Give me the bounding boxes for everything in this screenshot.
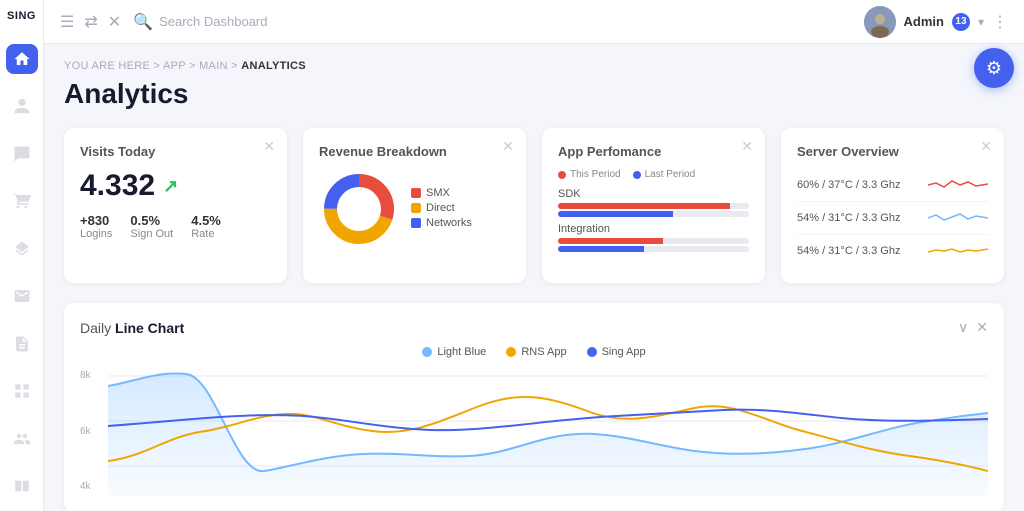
revenue-card-title: Revenue Breakdown bbox=[319, 144, 510, 159]
legend-sing-app: Sing App bbox=[587, 346, 646, 358]
avatar bbox=[864, 6, 896, 38]
visits-card-title: Visits Today bbox=[80, 144, 271, 159]
perf-bar-sdk: SDK bbox=[558, 188, 749, 217]
donut-legend: SMX Direct Networks bbox=[411, 187, 472, 232]
breadcrumb: YOU ARE HERE > App > Main > Analytics bbox=[64, 60, 1004, 72]
settings-fab[interactable]: ⚙ bbox=[974, 48, 1014, 88]
breadcrumb-prefix: YOU ARE HERE > App > Main > bbox=[64, 60, 241, 72]
sidebar-item-users[interactable] bbox=[6, 92, 38, 122]
content-area: YOU ARE HERE > App > Main > Analytics An… bbox=[44, 44, 1024, 511]
server-row-2: 54% / 31°C / 3.3 Ghz bbox=[797, 235, 988, 267]
server-row-1: 54% / 31°C / 3.3 Ghz bbox=[797, 202, 988, 235]
legend-light-blue: Light Blue bbox=[422, 346, 486, 358]
main-area: ☰ ⇄ ✕ 🔍 Search Dashboard Admin 13 ▾ ⋮ bbox=[44, 0, 1024, 511]
revenue-close-button[interactable]: ✕ bbox=[502, 138, 514, 155]
donut-chart bbox=[319, 169, 399, 249]
sidebar-item-people[interactable] bbox=[6, 424, 38, 454]
sidebar-item-columns[interactable] bbox=[6, 472, 38, 502]
chart-svg-wrapper bbox=[108, 366, 988, 496]
revenue-card: ✕ Revenue Breakdown SMX bbox=[303, 128, 526, 283]
legend-rns-app: RNS App bbox=[506, 346, 566, 358]
chart-title: Daily Line Chart bbox=[80, 320, 184, 336]
sidebar-item-messages[interactable] bbox=[6, 139, 38, 169]
sparkline-1 bbox=[928, 208, 988, 228]
topbar: ☰ ⇄ ✕ 🔍 Search Dashboard Admin 13 ▾ ⋮ bbox=[44, 0, 1024, 44]
sidebar-item-layers[interactable] bbox=[6, 234, 38, 264]
chart-collapse-icon[interactable]: ∨ bbox=[958, 319, 968, 336]
sidebar-item-grid[interactable] bbox=[6, 377, 38, 407]
page-title: Analytics bbox=[64, 78, 1004, 110]
topbar-right: Admin 13 ▾ ⋮ bbox=[864, 6, 1008, 38]
search-text: Search Dashboard bbox=[159, 14, 267, 29]
perf-legend: This Period Last Period bbox=[558, 169, 749, 180]
chart-legend: Light Blue RNS App Sing App bbox=[80, 346, 988, 358]
perf-bar-integration: Integration bbox=[558, 223, 749, 252]
server-row-0: 60% / 37°C / 3.3 Ghz bbox=[797, 169, 988, 202]
sdk-bar-this bbox=[558, 203, 749, 209]
sparkline-0 bbox=[928, 175, 988, 195]
visits-card: ✕ Visits Today 4.332 ↗ +830 Logins 0.5% … bbox=[64, 128, 287, 283]
performance-card-title: App Perfomance bbox=[558, 144, 749, 159]
sidebar: SING bbox=[0, 0, 44, 511]
visits-close-button[interactable]: ✕ bbox=[263, 138, 275, 155]
menu-icon[interactable]: ☰ bbox=[60, 12, 74, 32]
sidebar-item-reports[interactable] bbox=[6, 329, 38, 359]
legend-direct: Direct bbox=[411, 202, 472, 214]
legend-last-period: Last Period bbox=[633, 169, 696, 180]
stat-logins: +830 Logins bbox=[80, 213, 112, 240]
stat-signout: 0.5% Sign Out bbox=[130, 213, 173, 240]
visits-stats: +830 Logins 0.5% Sign Out 4.5% Rate bbox=[80, 213, 271, 240]
admin-name: Admin bbox=[904, 14, 944, 29]
server-card-title: Server Overview bbox=[797, 144, 988, 159]
legend-networks: Networks bbox=[411, 217, 472, 229]
topbar-nav-icons: ☰ ⇄ ✕ bbox=[60, 12, 121, 32]
server-card: ✕ Server Overview 60% / 37°C / 3.3 Ghz 5… bbox=[781, 128, 1004, 283]
server-close-button[interactable]: ✕ bbox=[980, 138, 992, 155]
sidebar-item-mail[interactable] bbox=[6, 282, 38, 312]
trend-up-icon: ↗ bbox=[163, 176, 178, 197]
line-chart-svg bbox=[108, 366, 988, 496]
performance-card: ✕ App Perfomance This Period Last Period… bbox=[542, 128, 765, 283]
sidebar-logo: SING bbox=[7, 10, 36, 22]
performance-close-button[interactable]: ✕ bbox=[741, 138, 753, 155]
dropdown-icon[interactable]: ▾ bbox=[978, 15, 984, 29]
line-chart-card: Daily Line Chart ∨ ✕ Light Blue RNS App bbox=[64, 303, 1004, 511]
more-icon[interactable]: ⋮ bbox=[992, 12, 1008, 32]
chart-area: 8k 6k 4k bbox=[80, 366, 988, 496]
sdk-bar-last bbox=[558, 211, 749, 217]
legend-this-period: This Period bbox=[558, 169, 621, 180]
legend-smx: SMX bbox=[411, 187, 472, 199]
cards-row: ✕ Visits Today 4.332 ↗ +830 Logins 0.5% … bbox=[64, 128, 1004, 283]
sidebar-item-home[interactable] bbox=[6, 44, 38, 74]
notification-badge[interactable]: 13 bbox=[952, 13, 970, 31]
donut-container: SMX Direct Networks bbox=[319, 169, 510, 249]
chart-controls: ∨ ✕ bbox=[958, 319, 988, 336]
chart-close-icon[interactable]: ✕ bbox=[976, 319, 988, 336]
integration-bar-last bbox=[558, 246, 749, 252]
search-bar[interactable]: 🔍 Search Dashboard bbox=[133, 12, 851, 32]
split-icon[interactable]: ⇄ bbox=[84, 12, 97, 32]
stat-rate: 4.5% Rate bbox=[191, 213, 221, 240]
integration-bar-this bbox=[558, 238, 749, 244]
close-icon[interactable]: ✕ bbox=[108, 12, 121, 32]
visits-value: 4.332 ↗ bbox=[80, 169, 271, 203]
search-icon: 🔍 bbox=[133, 12, 153, 32]
chart-header: Daily Line Chart ∨ ✕ bbox=[80, 319, 988, 336]
sparkline-2 bbox=[928, 241, 988, 261]
breadcrumb-current: Analytics bbox=[241, 60, 306, 72]
chart-y-labels: 8k 6k 4k bbox=[80, 366, 104, 496]
sidebar-item-cart[interactable] bbox=[6, 187, 38, 217]
